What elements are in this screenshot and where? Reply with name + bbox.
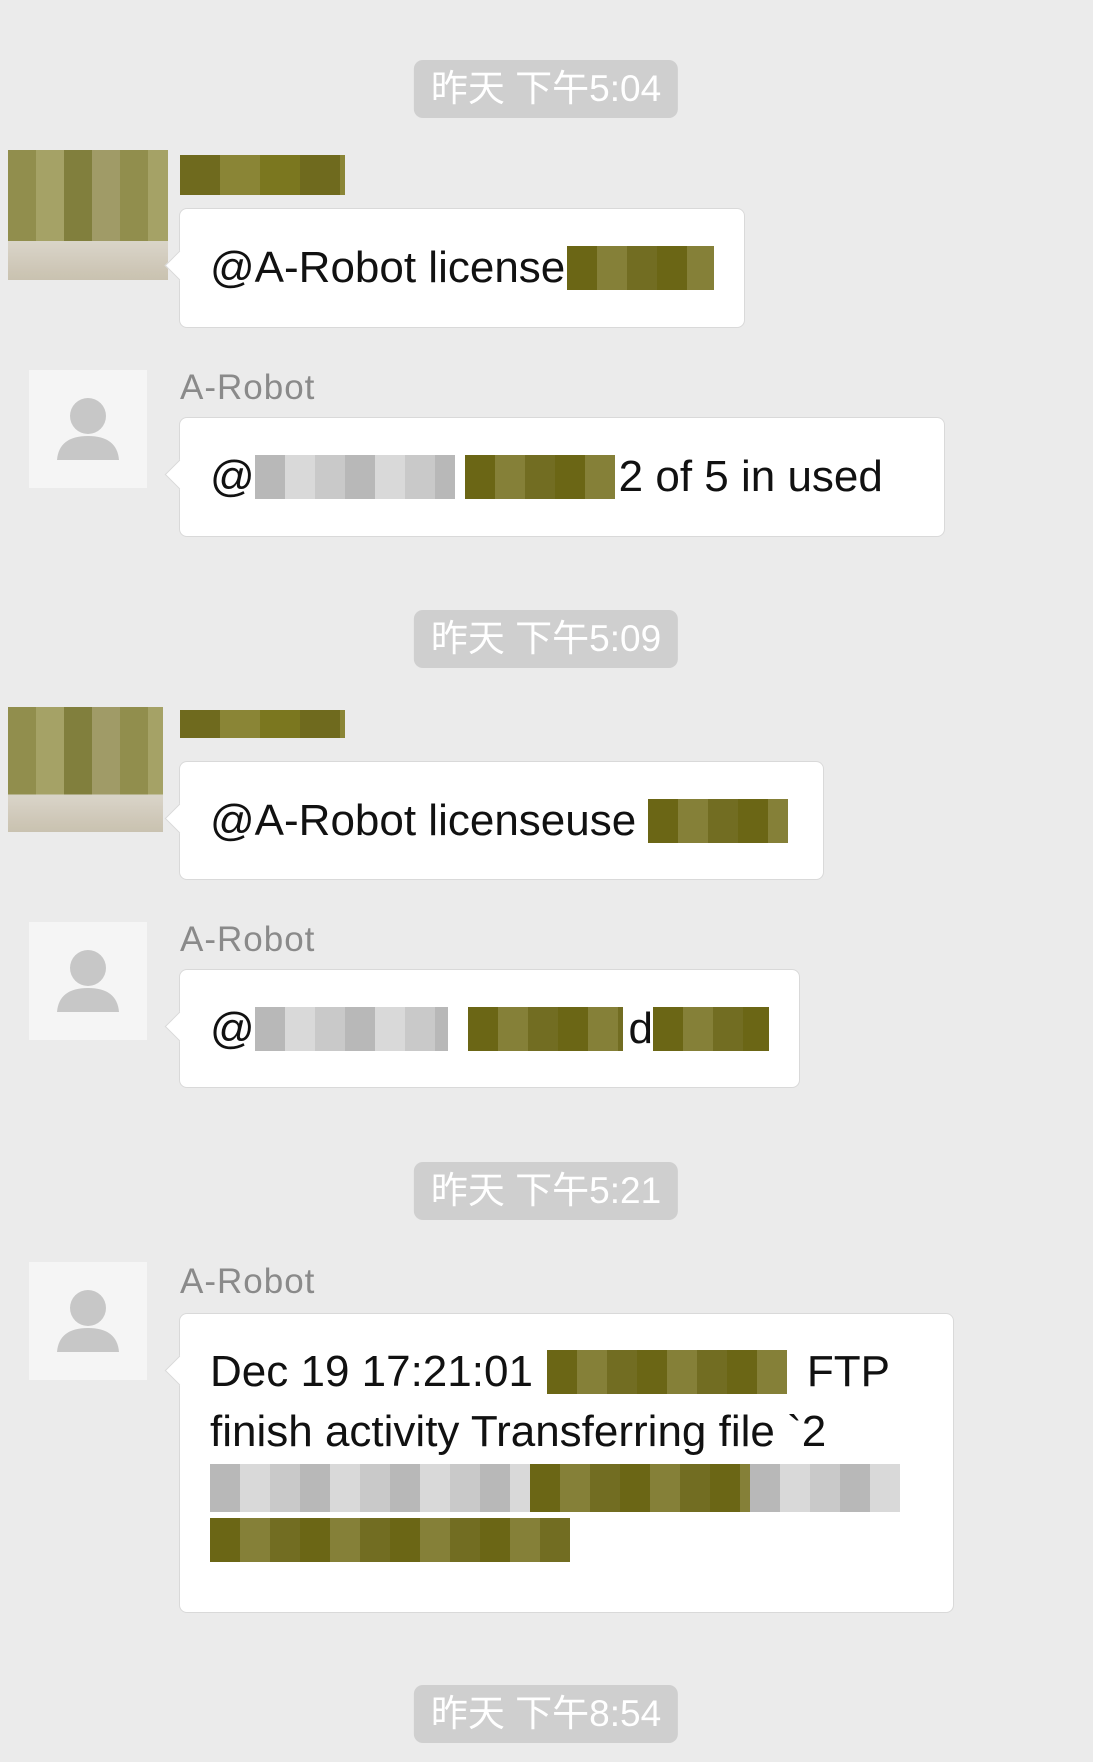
message-bubble[interactable]: Dec 19 17:21:01 FTP finish activity Tran… xyxy=(179,1313,954,1613)
robot-avatar[interactable] xyxy=(29,1262,147,1380)
redacted-text xyxy=(653,1007,769,1051)
redacted-text xyxy=(648,799,789,843)
message-bubble[interactable]: @ d xyxy=(179,969,800,1088)
redacted-text xyxy=(567,246,714,290)
redacted-text xyxy=(546,1350,787,1394)
redacted-text xyxy=(254,455,455,499)
message-bubble[interactable]: @ 2 of 5 in used xyxy=(179,417,945,537)
sender-name: A-Robot xyxy=(180,368,316,407)
message-text: FTP xyxy=(806,1347,891,1396)
message-text: 2 of 5 in used xyxy=(618,452,883,501)
message-text: @ xyxy=(210,1004,255,1053)
sender-name: A-Robot xyxy=(180,920,316,959)
redacted-text xyxy=(750,1464,900,1512)
message-bubble[interactable]: @A-Robot license xyxy=(179,208,745,328)
message-text: @A-Robot license xyxy=(210,243,566,292)
redacted-text xyxy=(530,1464,750,1512)
user-avatar[interactable] xyxy=(8,150,168,280)
timestamp: 昨天 下午5:04 xyxy=(413,60,679,118)
person-icon xyxy=(57,398,119,460)
user-name-redacted xyxy=(180,155,345,195)
user-name-redacted xyxy=(180,710,345,738)
message-text: Dec 19 17:21:01 xyxy=(210,1347,533,1396)
robot-avatar[interactable] xyxy=(29,922,147,1040)
person-icon xyxy=(57,950,119,1012)
user-avatar[interactable] xyxy=(8,707,163,832)
redacted-text xyxy=(464,455,615,499)
timestamp: 昨天 下午5:21 xyxy=(413,1162,679,1220)
robot-avatar[interactable] xyxy=(29,370,147,488)
redacted-text xyxy=(467,1007,623,1051)
message-bubble[interactable]: @A-Robot licenseuse xyxy=(179,761,824,880)
message-text: @A-Robot licenseuse xyxy=(210,796,637,845)
sender-name: A-Robot xyxy=(180,1262,316,1301)
message-text: @ xyxy=(210,452,255,501)
person-icon xyxy=(57,1290,119,1352)
message-text: finish activity Transferring file `2 xyxy=(210,1407,827,1456)
redacted-text xyxy=(210,1518,570,1562)
message-text: d xyxy=(628,1004,654,1053)
redacted-text xyxy=(254,1007,448,1051)
timestamp: 昨天 下午5:09 xyxy=(413,610,679,668)
redacted-text xyxy=(210,1464,530,1512)
timestamp: 昨天 下午8:54 xyxy=(413,1685,679,1743)
